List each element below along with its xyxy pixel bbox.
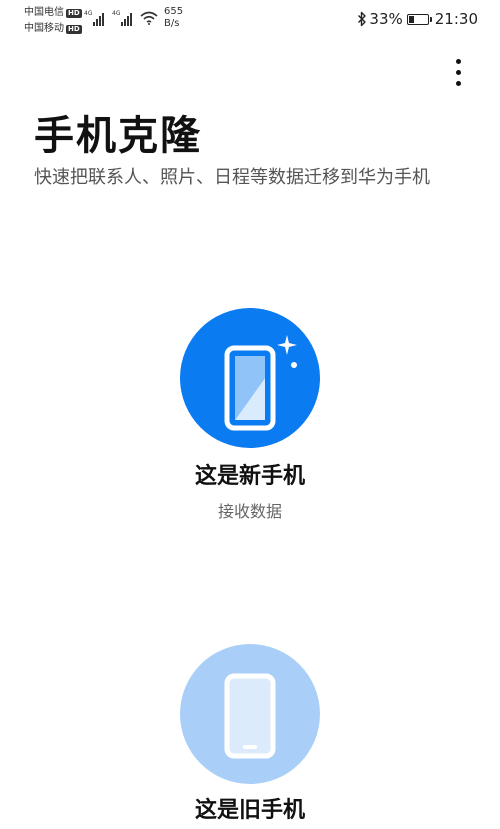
new-phone-circle[interactable] <box>180 308 320 448</box>
network-type-label: 4G <box>84 10 93 17</box>
battery-level-fill <box>408 15 415 23</box>
battery-icon <box>406 13 432 25</box>
page-subtitle: 快速把联系人、照片、日程等数据迁移到华为手机 <box>34 167 430 188</box>
wifi-icon <box>140 11 158 25</box>
status-right: 33% 21:30 <box>357 9 478 29</box>
new-phone-option[interactable]: 这是新手机 接收数据 <box>0 300 500 540</box>
status-bar: 中国电信 HD 中国移动 HD 4G 4G 655 B/s 33% 21:30 <box>0 0 500 40</box>
new-phone-title: 这是新手机 <box>194 464 305 489</box>
clock: 21:30 <box>434 10 478 28</box>
old-phone-icon <box>224 673 276 759</box>
signal-bars-icon <box>121 12 133 26</box>
network-speed: 655 B/s <box>164 6 183 30</box>
new-phone-subtitle: 接收数据 <box>217 502 282 521</box>
old-phone-circle[interactable] <box>180 644 320 784</box>
hd-badge: HD <box>66 8 82 18</box>
network-speed-value: 655 <box>164 6 184 17</box>
old-phone-title: 这是旧手机 <box>194 798 305 823</box>
bluetooth-icon <box>358 11 367 27</box>
more-vertical-icon <box>455 58 461 64</box>
signal-bars-icon <box>93 12 105 26</box>
hd-badge: HD <box>66 24 82 34</box>
carrier-2-label: 中国移动 <box>24 23 64 34</box>
carrier-info: 中国电信 HD 中国移动 HD <box>24 5 82 37</box>
carrier-1-label: 中国电信 <box>24 7 64 18</box>
battery-percent: 33% <box>369 10 403 28</box>
phone-clone-screen: 中国电信 HD 中国移动 HD 4G 4G 655 B/s 33% 21:30 … <box>0 0 500 829</box>
network-speed-unit: B/s <box>164 18 180 29</box>
network-type-label: 4G <box>112 10 121 17</box>
page-title: 手机克隆 <box>34 113 202 159</box>
old-phone-option[interactable]: 这是旧手机 <box>0 636 500 829</box>
new-phone-icon <box>224 335 297 431</box>
signal-1: 4G <box>84 10 105 26</box>
more-options-button[interactable] <box>446 52 470 92</box>
signal-2: 4G <box>112 10 133 26</box>
